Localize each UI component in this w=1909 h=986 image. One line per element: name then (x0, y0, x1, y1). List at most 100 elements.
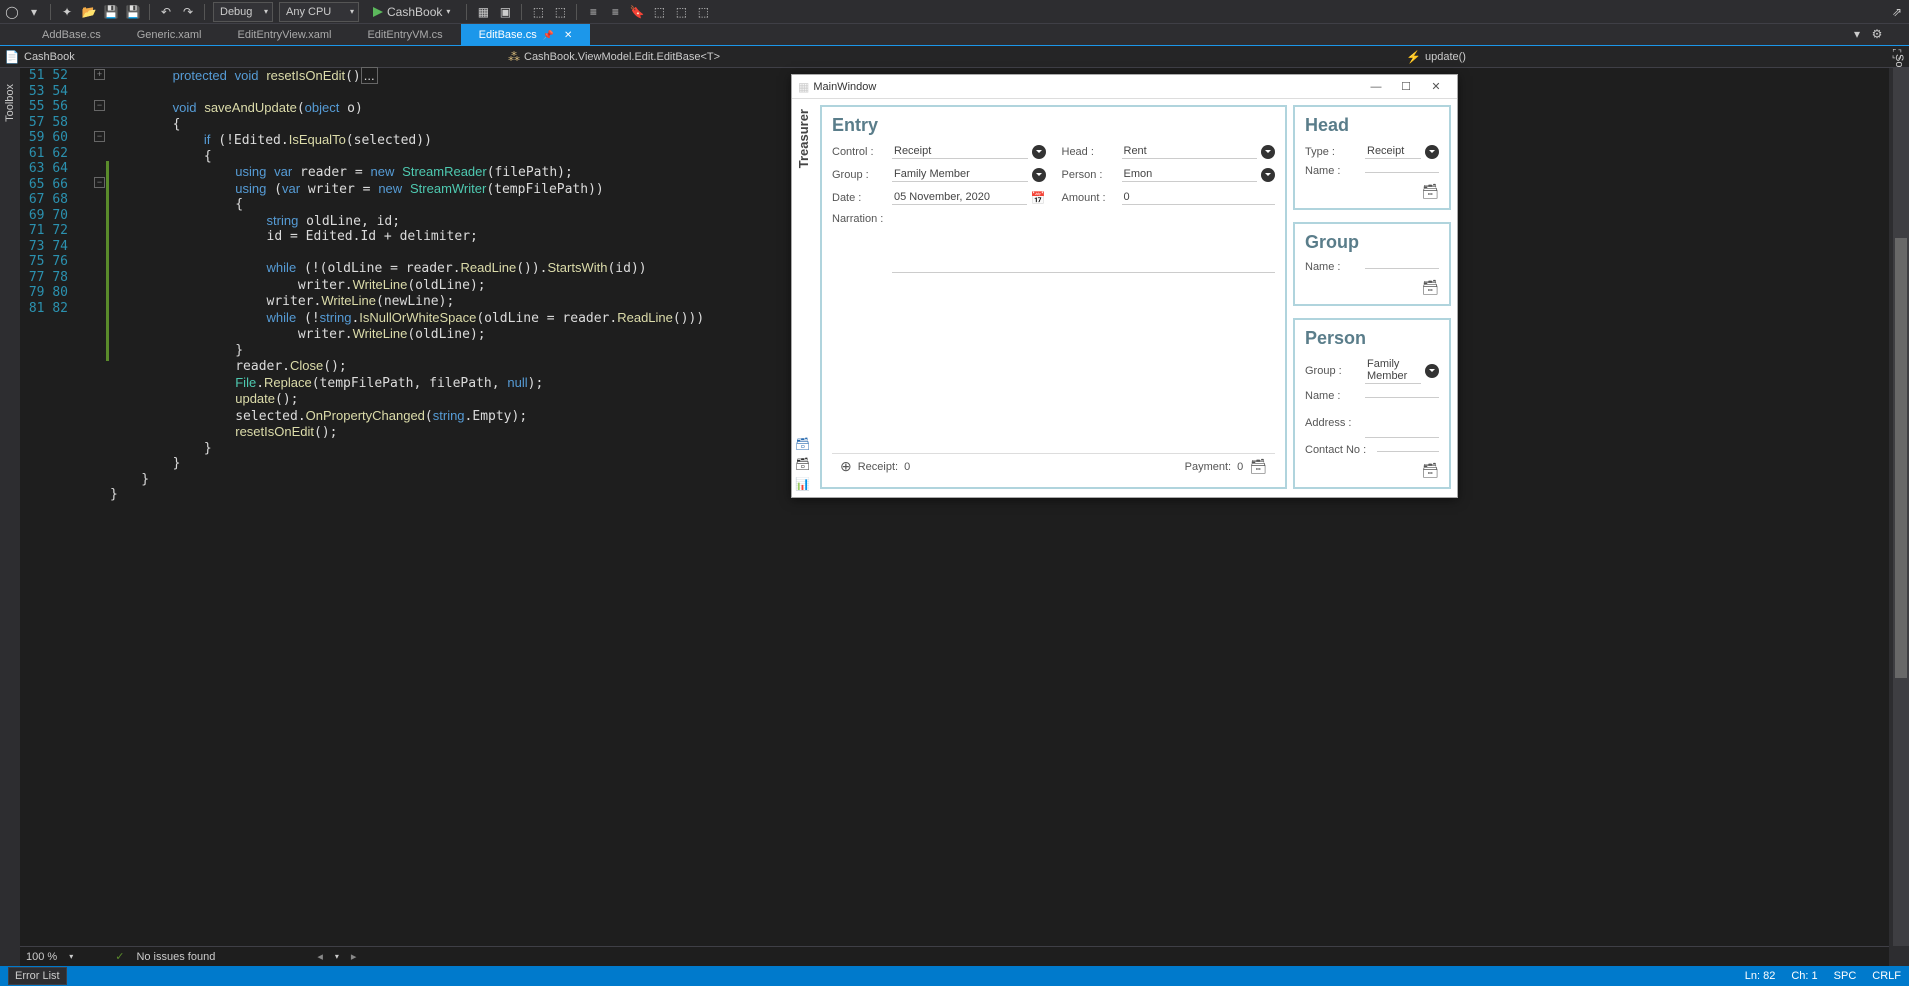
group-name-input[interactable] (1365, 266, 1439, 269)
main-toolbar: ◯ ▾ ✦ 📂 💾 💾 ↶ ↷ Debug Any CPU CashBook ▾… (0, 0, 1909, 24)
db-add-icon[interactable]: 🗃 (1421, 183, 1439, 200)
chart-icon[interactable]: 📊 (795, 477, 811, 493)
nav-fwd-icon[interactable]: ▾ (26, 4, 42, 20)
tab-generic-xaml[interactable]: Generic.xaml (119, 24, 220, 46)
minimize-icon[interactable]: — (1361, 81, 1391, 93)
person-heading: Person (1305, 328, 1439, 349)
save-all-icon[interactable]: 💾 (125, 4, 141, 20)
bookmark-icon[interactable]: 🔖 (629, 4, 645, 20)
vertical-scrollbar[interactable] (1893, 68, 1909, 946)
tool-icon[interactable]: ⬚ (530, 4, 546, 20)
date-input[interactable]: 05 November, 2020 (892, 190, 1027, 205)
head-dropdown[interactable]: Rent (1122, 144, 1258, 159)
member-combo[interactable]: update() (1425, 51, 1905, 63)
type-dropdown[interactable]: Receipt (1365, 144, 1421, 159)
app-titlebar[interactable]: ▦ MainWindow — ☐ ✕ (792, 75, 1457, 99)
db-add-icon[interactable]: 🗃 (795, 437, 811, 453)
tool-icon[interactable]: ⬚ (673, 4, 689, 20)
new-icon[interactable]: ✦ (59, 4, 75, 20)
head-name-input[interactable] (1365, 170, 1439, 173)
chevron-down-icon[interactable] (1032, 145, 1046, 159)
close-icon[interactable]: ✕ (1421, 80, 1451, 93)
fold-icon[interactable]: − (94, 100, 105, 111)
db-add-icon[interactable]: 🗃 (1421, 462, 1439, 479)
tool-icon[interactable]: ⬚ (695, 4, 711, 20)
db-icon[interactable]: 🗃 (1249, 458, 1267, 475)
tab-editentryview[interactable]: EditEntryView.xaml (220, 24, 350, 46)
zoom-level[interactable]: 100 % (26, 951, 57, 963)
person-dropdown[interactable]: Emon (1122, 167, 1258, 182)
add-icon[interactable]: ⊕ (840, 458, 852, 475)
tab-editentryvm[interactable]: EditEntryVM.cs (349, 24, 460, 46)
group-dropdown[interactable]: Family Member (892, 167, 1028, 182)
gear-icon[interactable]: ⚙ (1869, 26, 1885, 42)
calendar-icon[interactable]: 📅 (1031, 191, 1046, 205)
document-tabs: AddBase.cs Generic.xaml EditEntryView.xa… (0, 24, 1909, 46)
nav-next-icon[interactable]: ▸ (351, 950, 357, 963)
error-list-button[interactable]: Error List (8, 967, 67, 985)
chevron-down-icon[interactable] (1261, 145, 1275, 159)
group-label: Group : (832, 169, 888, 181)
chevron-down-icon[interactable] (1425, 145, 1439, 159)
group-panel: Group Name : 🗃 (1293, 222, 1451, 306)
pin-icon[interactable]: 📌 (543, 30, 554, 41)
navigation-bar: 📄 CashBook ⁂ CashBook.ViewModel.Edit.Edi… (0, 46, 1909, 68)
person-panel: Person Group :Family Member Name : Addre… (1293, 318, 1451, 489)
share-icon[interactable]: ⇗ (1889, 4, 1905, 20)
tab-editbase[interactable]: EditBase.cs 📌 ✕ (461, 24, 591, 46)
tool-icon[interactable]: ⬚ (651, 4, 667, 20)
chevron-down-icon[interactable] (1425, 364, 1439, 378)
chevron-down-icon[interactable] (1032, 168, 1046, 182)
start-button[interactable]: CashBook ▾ (365, 5, 458, 19)
contact-input[interactable] (1377, 449, 1439, 452)
platform-dropdown[interactable]: Any CPU (279, 2, 359, 22)
project-combo[interactable]: CashBook (24, 51, 504, 63)
address-input[interactable] (1365, 408, 1439, 438)
toolbox-panel[interactable]: Toolbox (2, 80, 18, 126)
app-icon: ▦ (798, 80, 809, 94)
contact-label: Contact No : (1305, 444, 1373, 456)
close-icon[interactable]: ✕ (564, 30, 572, 41)
col-indicator: Ch: 1 (1791, 970, 1817, 982)
control-dropdown[interactable]: Receipt (892, 144, 1028, 159)
chevron-down-icon[interactable] (1261, 168, 1275, 182)
editor-status-bar: 100 % ▾ ✓ No issues found ◂ ▾ ▸ (20, 946, 1889, 966)
config-dropdown[interactable]: Debug (213, 2, 273, 22)
tool-icon[interactable]: ▣ (497, 4, 513, 20)
head-panel: Head Type :Receipt Name : 🗃 (1293, 105, 1451, 210)
undo-icon[interactable]: ↶ (158, 4, 174, 20)
name-label: Name : (1305, 390, 1361, 402)
fold-icon[interactable]: − (94, 131, 105, 142)
tool-icon[interactable]: ▦ (475, 4, 491, 20)
maximize-icon[interactable]: ☐ (1391, 80, 1421, 93)
nav-prev-icon[interactable]: ◂ (317, 950, 323, 963)
fold-icon[interactable]: + (94, 69, 105, 80)
person-group-dropdown[interactable]: Family Member (1365, 357, 1421, 384)
issues-status[interactable]: No issues found (136, 951, 215, 963)
date-label: Date : (832, 192, 888, 204)
amount-input[interactable]: 0 (1122, 190, 1276, 205)
project-icon: 📄 (4, 49, 20, 65)
fold-icon[interactable]: − (94, 177, 105, 188)
tab-overflow-icon[interactable]: ▾ (1849, 26, 1865, 42)
open-icon[interactable]: 📂 (81, 4, 97, 20)
narration-input[interactable] (892, 213, 1275, 273)
tab-addbase[interactable]: AddBase.cs (24, 24, 119, 46)
db-add-icon[interactable]: 🗃 (1421, 279, 1439, 296)
eol-indicator[interactable]: CRLF (1872, 970, 1901, 982)
class-combo[interactable]: CashBook.ViewModel.Edit.EditBase<T> (524, 51, 1402, 63)
tool-icon[interactable]: ≡ (607, 4, 623, 20)
redo-icon[interactable]: ↷ (180, 4, 196, 20)
line-indicator: Ln: 82 (1745, 970, 1776, 982)
line-numbers: 51 52 53 54 55 56 57 58 59 60 61 62 63 6… (20, 68, 92, 946)
tool-icon[interactable]: ⬚ (552, 4, 568, 20)
scrollbar-thumb[interactable] (1895, 238, 1907, 678)
tool-icon[interactable]: ≡ (585, 4, 601, 20)
name-label: Name : (1305, 165, 1361, 177)
db-icon[interactable]: 🗃 (795, 457, 811, 473)
indent-indicator[interactable]: SPC (1834, 970, 1857, 982)
person-name-input[interactable] (1365, 395, 1439, 398)
control-label: Control : (832, 146, 888, 158)
save-icon[interactable]: 💾 (103, 4, 119, 20)
nav-back-icon[interactable]: ◯ (4, 4, 20, 20)
